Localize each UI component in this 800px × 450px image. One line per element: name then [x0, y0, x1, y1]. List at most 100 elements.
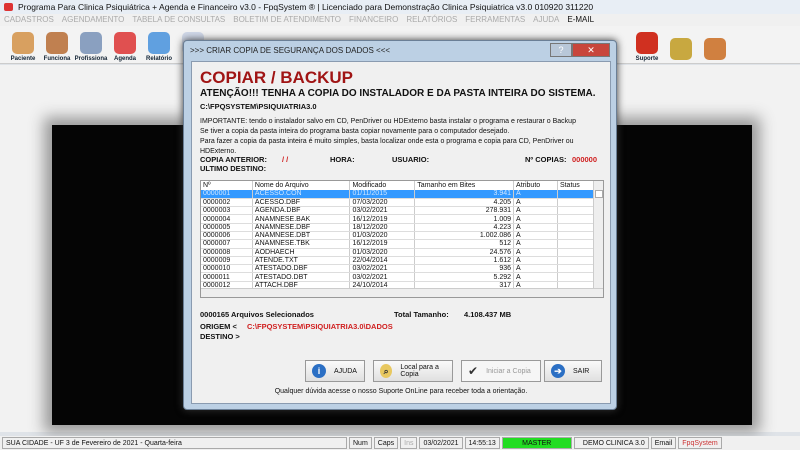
toolbar-button[interactable]: Paciente: [6, 26, 40, 62]
table-cell: A: [513, 214, 558, 224]
local-copia-label: Local para a Copia: [400, 364, 439, 378]
status-num: Num: [349, 437, 372, 449]
horizontal-scrollbar[interactable]: [201, 288, 603, 297]
toolbar-button[interactable]: Funciona: [40, 26, 74, 62]
table-cell: ANAMNESE.DBF: [252, 223, 351, 233]
table-cell: ATESTADO.DBF: [252, 264, 351, 274]
table-cell: 03/02/2021: [349, 272, 416, 282]
destino-label: DESTINO >: [200, 332, 240, 341]
file-list-table[interactable]: Nº Nome do Arquivo Modificado Tamanho em Bi…: [200, 180, 604, 298]
table-cell: 0000011: [201, 272, 253, 282]
status-email[interactable]: Email: [650, 437, 677, 449]
table-cell: A: [513, 223, 558, 233]
toolbar-icon: [148, 32, 170, 54]
table-cell: 0000003: [201, 206, 253, 216]
table-cell: A: [513, 239, 558, 249]
toolbar-button[interactable]: [664, 26, 698, 62]
status-user: MASTER: [501, 437, 572, 449]
table-cell: [557, 206, 596, 216]
table-cell: A: [513, 248, 558, 257]
toolbar-label: Agenda: [113, 56, 136, 62]
table-cell: ATENDE.TXT: [252, 256, 351, 266]
menu-item[interactable]: AGENDAMENTO: [62, 15, 125, 24]
menu-bar: CADASTROS AGENDAMENTO TABELA DE CONSULTAS B…: [0, 14, 800, 26]
table-cell: A: [513, 206, 558, 216]
column-header[interactable]: Tamanho em Bites: [414, 181, 515, 190]
ajuda-button[interactable]: i AJUDA: [305, 360, 365, 382]
table-row[interactable]: 0000009 ATENDE.TXT 22/04/2014 1.612 A: [201, 256, 596, 266]
toolbar-button[interactable]: Agenda: [108, 26, 142, 62]
table-cell: AODHAECH: [252, 248, 351, 257]
search-icon: ⌕: [380, 364, 393, 378]
close-button[interactable]: ✕: [572, 43, 610, 57]
table-row[interactable]: 0000010 ATESTADO.DBF 03/02/2021 936 A: [201, 264, 596, 274]
table-row[interactable]: 0000006 ANAMNESE.DBT 01/03/2020 1.002.086 A: [201, 231, 596, 241]
toolbar-icon: [46, 32, 68, 54]
table-cell: 0000010: [201, 264, 253, 274]
menu-item[interactable]: RELATÓRIOS: [406, 15, 457, 24]
copia-anterior-value: / /: [282, 155, 289, 164]
footer-text: Qualquer dúvida acesse o nosso Suporte O…: [274, 388, 528, 395]
table-cell: 22/04/2014: [349, 256, 416, 266]
table-cell: 0000005: [201, 223, 253, 233]
column-header[interactable]: Status: [557, 181, 596, 190]
table-row[interactable]: 0000002 ACESSO.DBF 07/03/2020 4.205 A: [201, 198, 596, 208]
vertical-scrollbar[interactable]: [593, 181, 603, 289]
table-row[interactable]: 0000004 ANAMNESE.BAK 16/12/2019 1.009 A: [201, 214, 596, 224]
table-cell: 01/03/2020: [349, 248, 416, 257]
toolbar-button[interactable]: [698, 26, 732, 62]
table-row[interactable]: 0000011 ATESTADO.DBT 03/02/2021 5.292 A: [201, 272, 596, 282]
table-cell: 0000009: [201, 256, 253, 266]
sair-button[interactable]: ➔ SAIR: [544, 360, 602, 382]
menu-item[interactable]: FERRAMENTAS: [465, 15, 525, 24]
column-header[interactable]: Modificado: [349, 181, 416, 190]
table-row[interactable]: 0000007 ANAMNESE.TBK 16/12/2019 512 A: [201, 239, 596, 249]
column-header[interactable]: Nome do Arquivo: [252, 181, 351, 190]
table-row[interactable]: 0000003 AGENDA.DBF 03/02/2021 278.931 A: [201, 206, 596, 216]
local-copia-button[interactable]: ⌕ Local para a Copia: [373, 360, 453, 382]
help-button[interactable]: ?: [550, 43, 572, 57]
sair-label: SAIR: [573, 367, 590, 375]
ncopias-value: 000000: [572, 155, 598, 164]
table-cell: 5.292: [414, 272, 515, 282]
ultimo-destino-label: ULTIMO DESTINO:: [200, 164, 267, 173]
toolbar-button[interactable]: Relatório: [142, 26, 176, 62]
toolbar-button[interactable]: Profissiona: [74, 26, 108, 62]
table-row[interactable]: 0000005 ANAMNESE.DBF 18/12/2020 4.223 A: [201, 223, 596, 233]
toolbar-icon: [80, 32, 102, 54]
toolbar-label: Relatório: [145, 56, 172, 62]
table-row[interactable]: 0000001 ACESSO.CON 01/11/2015 3.941 A: [201, 190, 596, 199]
menu-item[interactable]: CADASTROS: [4, 15, 54, 24]
menu-item[interactable]: BOLETIM DE ATENDIMENTO: [233, 15, 341, 24]
table-cell: ANAMNESE.DBT: [252, 231, 351, 241]
status-ins: Ins: [400, 437, 418, 449]
table-cell: A: [513, 231, 558, 241]
warning-text: ATENÇÃO!!! TENHA A COPIA DO INSTALADOR E…: [200, 88, 596, 99]
table-cell: 07/03/2020: [349, 198, 416, 208]
iniciar-copia-label: Iniciar a Copia: [486, 367, 531, 375]
status-time: 14:55:13: [464, 437, 500, 449]
table-cell: [557, 223, 596, 233]
table-cell: 24.576: [414, 248, 515, 257]
iniciar-copia-button[interactable]: ✔ Iniciar a Copia: [461, 360, 541, 382]
app-logo-icon: [4, 3, 13, 11]
menu-item[interactable]: AJUDA: [533, 15, 559, 24]
origem-label: ORIGEM <: [200, 322, 237, 331]
table-cell: [557, 239, 596, 249]
window-titlebar: Programa Para Clinica Psiquiátrica + Age…: [0, 0, 800, 14]
status-bar: SUA CIDADE - UF 3 de Fevereiro de 2021 -…: [0, 436, 800, 450]
table-cell: 0000007: [201, 239, 253, 249]
menu-item[interactable]: FINANCEIRO: [349, 15, 398, 24]
table-row[interactable]: 0000008 AODHAECH 01/03/2020 24.576 A: [201, 248, 596, 257]
toolbar-label: Funciona: [43, 56, 71, 62]
table-cell: A: [513, 190, 558, 199]
status-date: 03/02/2021: [419, 437, 463, 449]
table-cell: 1.612: [414, 256, 515, 266]
column-header[interactable]: Atributo: [513, 181, 558, 190]
menu-item-email[interactable]: E-MAIL: [567, 15, 594, 24]
toolbar-button[interactable]: Suporte: [630, 26, 664, 62]
table-cell: 512: [414, 239, 515, 249]
table-cell: A: [513, 198, 558, 208]
column-header[interactable]: Nº: [201, 181, 253, 190]
menu-item[interactable]: TABELA DE CONSULTAS: [132, 15, 225, 24]
